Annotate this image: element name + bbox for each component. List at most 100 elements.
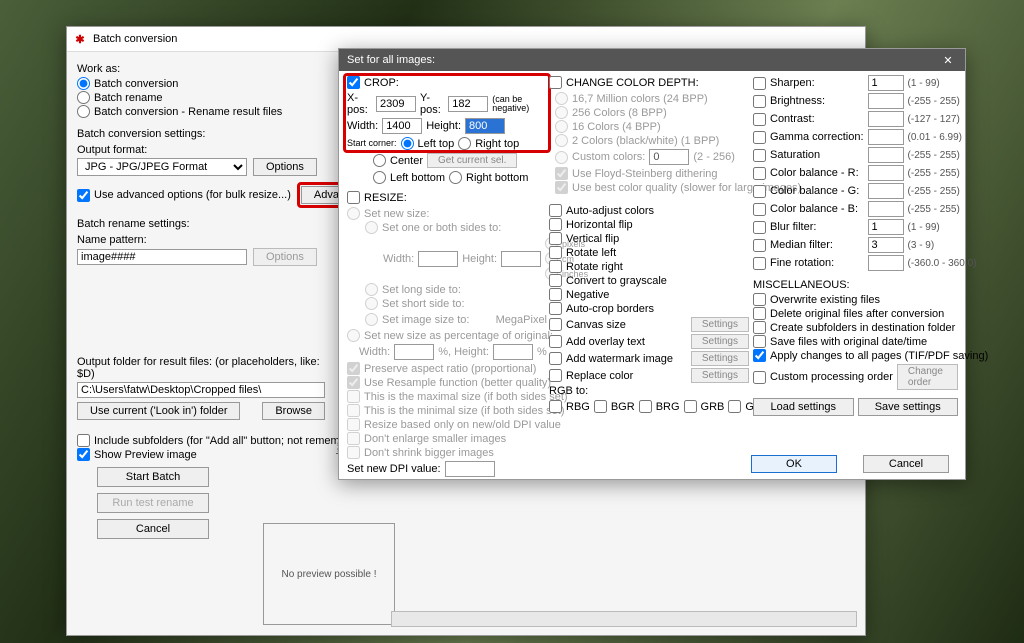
- replace-color-checkbox[interactable]: Replace color: [549, 369, 633, 382]
- cbb-checkbox[interactable]: Color balance - B:: [753, 203, 864, 216]
- output-folder-input[interactable]: [77, 382, 325, 398]
- show-preview-checkbox[interactable]: Show Preview image: [77, 448, 327, 461]
- resize-percent: Set new size as percentage of original:: [347, 329, 547, 342]
- finerot-checkbox[interactable]: Fine rotation:: [753, 257, 864, 270]
- resize-short-side: Set short side to:: [365, 297, 547, 310]
- corner-right-bottom[interactable]: Right bottom: [449, 171, 528, 184]
- autocrop-checkbox[interactable]: Auto-crop borders: [549, 302, 749, 315]
- cancel-button[interactable]: Cancel: [97, 519, 209, 539]
- vflip-checkbox[interactable]: Vertical flip: [549, 232, 749, 245]
- saturation-checkbox[interactable]: Saturation: [753, 149, 864, 162]
- resize-long-side: Set long side to:: [365, 283, 547, 296]
- resize-checkbox[interactable]: RESIZE:: [347, 191, 547, 204]
- crop-ypos-input[interactable]: [448, 96, 488, 112]
- set-for-all-images-dialog: Set for all images: ✕ CROP: X-pos: Y-pos…: [338, 48, 966, 480]
- contrast-input[interactable]: [868, 111, 904, 127]
- misc-label: MISCELLANEOUS:: [753, 279, 958, 291]
- radio-batch-conv-rename[interactable]: Batch conversion - Rename result files: [77, 105, 327, 118]
- create-subfolders-checkbox[interactable]: Create subfolders in destination folder: [753, 321, 958, 334]
- cbg-input[interactable]: [868, 183, 904, 199]
- sharpen-checkbox[interactable]: Sharpen:: [753, 77, 864, 90]
- gamma-checkbox[interactable]: Gamma correction:: [753, 131, 864, 144]
- brightness-input[interactable]: [868, 93, 904, 109]
- save-settings-button[interactable]: Save settings: [858, 398, 959, 416]
- cbr-checkbox[interactable]: Color balance - R:: [753, 167, 864, 180]
- include-subfolders-checkbox[interactable]: Include subfolders (for "Add all" button…: [77, 434, 327, 447]
- name-pattern-input[interactable]: [77, 249, 247, 265]
- brightness-checkbox[interactable]: Brightness:: [753, 95, 864, 108]
- name-pattern-label: Name pattern:: [77, 234, 327, 246]
- median-input[interactable]: [868, 237, 904, 253]
- delete-orig-checkbox[interactable]: Delete original files after conversion: [753, 307, 958, 320]
- crop-checkbox[interactable]: CROP:: [347, 76, 547, 89]
- preview-pane: No preview possible !: [263, 523, 395, 625]
- radio-batch-conversion[interactable]: Batch conversion: [77, 77, 327, 90]
- resize-set-sides: Set one or both sides to:: [365, 221, 547, 234]
- overwrite-checkbox[interactable]: Overwrite existing files: [753, 293, 958, 306]
- gamma-input[interactable]: [868, 129, 904, 145]
- canvas-settings-button: Settings: [691, 317, 749, 332]
- modal-title: Set for all images:: [347, 54, 435, 66]
- save-date-checkbox[interactable]: Save files with original date/time: [753, 335, 958, 348]
- options-button[interactable]: Options: [253, 158, 317, 176]
- ok-button[interactable]: OK: [751, 455, 837, 473]
- app-icon: ✱: [73, 32, 87, 46]
- use-advanced-checkbox[interactable]: Use advanced options (for bulk resize...…: [77, 189, 291, 202]
- resize-image-size: Set image size to:: [365, 313, 469, 326]
- rename-options-button: Options: [253, 248, 317, 266]
- resize-height-input: [501, 251, 541, 267]
- close-icon[interactable]: ✕: [939, 51, 957, 69]
- conv-settings-label: Batch conversion settings:: [77, 128, 327, 140]
- crop-xpos-input[interactable]: [376, 96, 416, 112]
- overlay-checkbox[interactable]: Add overlay text: [549, 335, 645, 348]
- main-title: Batch conversion: [93, 33, 177, 45]
- corner-right-top[interactable]: Right top: [458, 137, 519, 150]
- finerot-input[interactable]: [868, 255, 904, 271]
- negative-checkbox[interactable]: Negative: [549, 288, 749, 301]
- rgb-to-label: RGB to:: [549, 385, 749, 397]
- rename-settings-label: Batch rename settings:: [77, 218, 327, 230]
- browse-button[interactable]: Browse: [262, 402, 325, 420]
- start-batch-button[interactable]: Start Batch: [97, 467, 209, 487]
- blur-input[interactable]: [868, 219, 904, 235]
- apply-pages-checkbox[interactable]: Apply changes to all pages (TIF/PDF savi…: [753, 349, 958, 362]
- auto-adjust-checkbox[interactable]: Auto-adjust colors: [549, 204, 749, 217]
- median-checkbox[interactable]: Median filter:: [753, 239, 864, 252]
- custom-order-checkbox[interactable]: Custom processing order: [753, 371, 893, 384]
- output-format-label: Output format:: [77, 144, 327, 156]
- cbr-input[interactable]: [868, 165, 904, 181]
- radio-batch-rename[interactable]: Batch rename: [77, 91, 327, 104]
- rotate-right-checkbox[interactable]: Rotate right: [549, 260, 749, 273]
- grb-checkbox[interactable]: GRB: [684, 400, 725, 413]
- cbg-checkbox[interactable]: Color balance - G:: [753, 185, 864, 198]
- crop-width-input[interactable]: [382, 118, 422, 134]
- grayscale-checkbox[interactable]: Convert to grayscale: [549, 274, 749, 287]
- watermark-checkbox[interactable]: Add watermark image: [549, 352, 673, 365]
- sharpen-input[interactable]: [868, 75, 904, 91]
- contrast-checkbox[interactable]: Contrast:: [753, 113, 864, 126]
- corner-left-top[interactable]: Left top: [401, 137, 455, 150]
- brg-checkbox[interactable]: BRG: [639, 400, 680, 413]
- rbg-checkbox[interactable]: RBG: [549, 400, 590, 413]
- resize-width-input: [418, 251, 458, 267]
- get-current-sel-button: Get current sel.: [427, 153, 517, 168]
- load-settings-button[interactable]: Load settings: [753, 398, 854, 416]
- cbb-input[interactable]: [868, 201, 904, 217]
- modal-titlebar: Set for all images: ✕: [339, 49, 965, 71]
- saturation-input[interactable]: [868, 147, 904, 163]
- corner-center[interactable]: Center: [373, 154, 423, 167]
- crop-height-input[interactable]: [465, 118, 505, 134]
- watermark-settings-button: Settings: [691, 351, 749, 366]
- output-folder-label: Output folder for result files: (or plac…: [77, 356, 327, 380]
- horizontal-scrollbar[interactable]: [391, 611, 857, 627]
- canvas-checkbox[interactable]: Canvas size: [549, 318, 626, 331]
- modal-cancel-button[interactable]: Cancel: [863, 455, 949, 473]
- rotate-left-checkbox[interactable]: Rotate left: [549, 246, 749, 259]
- hflip-checkbox[interactable]: Horizontal flip: [549, 218, 749, 231]
- bgr-checkbox[interactable]: BGR: [594, 400, 635, 413]
- corner-left-bottom[interactable]: Left bottom: [373, 171, 445, 184]
- blur-checkbox[interactable]: Blur filter:: [753, 221, 864, 234]
- color-depth-checkbox[interactable]: CHANGE COLOR DEPTH:: [549, 76, 749, 89]
- output-format-select[interactable]: JPG - JPG/JPEG Format: [77, 158, 247, 176]
- use-current-folder-button[interactable]: Use current ('Look in') folder: [77, 402, 240, 420]
